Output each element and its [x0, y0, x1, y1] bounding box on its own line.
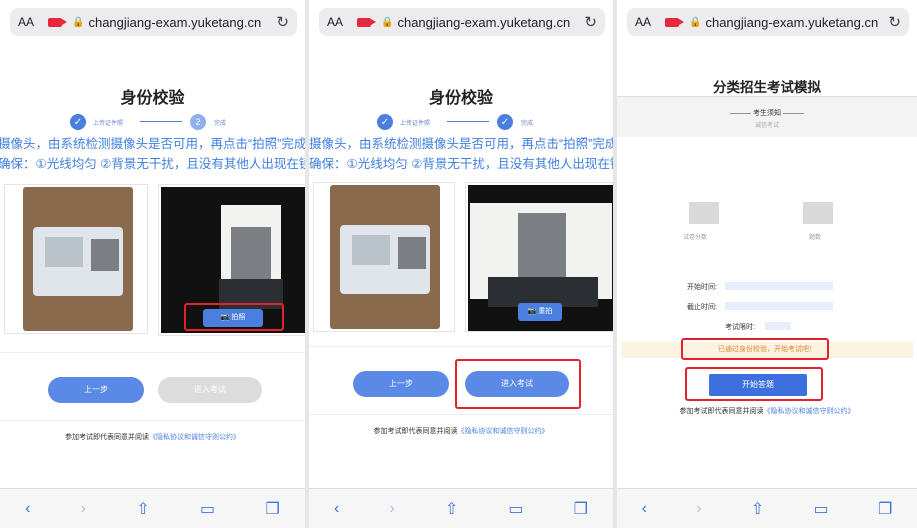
id-card-panel [313, 182, 455, 332]
score-label: 试卷分数 [683, 235, 708, 241]
verify-page: 身份校验 上传证件照 完成 摄像头，由系统检测摄像头是否可用，再点击“拍照”完成… [309, 56, 613, 488]
notice-line-1: 摄像头，由系统检测摄像头是否可用，再点击“拍照”完成身份 [309, 137, 613, 151]
notice-line-1: 摄像头，由系统检测摄像头是否可用，再点击“拍照”完成身份 [0, 137, 305, 151]
step1-label: 上传证件照 [400, 121, 431, 127]
end-time-label: 截止时间: [687, 304, 717, 311]
browser-header: AA 🔒 changjiang-exam.yuketang.cn ↻ [0, 0, 305, 48]
id-card-photo [23, 187, 133, 331]
address-bar[interactable]: AA 🔒 changjiang-exam.yuketang.cn ↻ [319, 8, 605, 36]
step-line [140, 121, 182, 122]
exam-page: 分类招生考试模拟 ——— 考生须知 ——— 诚信考试 试卷分数 题数 开始时间:… [617, 56, 917, 488]
end-time-value [725, 302, 833, 310]
agreement-text: 参加考试即代表同意并阅读《隐私协议和诚信守则公约》 [679, 408, 855, 415]
phone-screen-upload: AA 🔒 changjiang-exam.yuketang.cn ↻ 身份校验 … [0, 0, 305, 528]
page-title: 身份校验 [120, 90, 185, 107]
camera-in-use-icon [357, 17, 377, 27]
phone-screen-exam: AA 🔒 changjiang-exam.yuketang.cn ↻ 分类招生考… [617, 0, 917, 528]
retake-photo-button[interactable]: 📷 重拍 [518, 303, 562, 321]
prev-step-button[interactable]: 上一步 [353, 371, 449, 397]
browser-header: AA 🔒 changjiang-exam.yuketang.cn ↻ [309, 0, 613, 48]
count-value [803, 202, 833, 224]
privacy-link[interactable]: 《隐私协议和诚信守则公约》 [458, 428, 549, 435]
step-indicator: 上传证件照 2 完成 [0, 114, 305, 132]
back-icon[interactable]: ‹ [25, 500, 30, 518]
step1-check-icon [70, 114, 86, 130]
highlight-passed [681, 338, 829, 360]
id-card-photo [330, 185, 440, 329]
forward-icon[interactable]: › [696, 500, 701, 518]
highlight-enter-exam [455, 359, 581, 409]
step2-check-icon [497, 114, 513, 130]
page-title: 身份校验 [428, 90, 493, 107]
agreement-text: 参加考试即代表同意并阅读《隐私协议和诚信守则公约》 [373, 428, 549, 435]
forward-icon[interactable]: › [81, 500, 86, 518]
notice-line-2: 确保：①光线均匀 ②背景无干扰，且没有其他人出现在镜头 [0, 157, 305, 171]
highlight-start [685, 367, 823, 401]
share-icon[interactable]: ⇧ [445, 499, 458, 519]
face-photo-panel: 📷 重拍 [465, 182, 613, 332]
step-indicator: 上传证件照 完成 [309, 114, 613, 132]
address-bar[interactable]: AA 🔒 changjiang-exam.yuketang.cn ↻ [10, 8, 297, 36]
step-line [447, 121, 489, 122]
privacy-link[interactable]: 《隐私协议和诚信守则公约》 [149, 434, 240, 441]
step2-label: 完成 [214, 121, 227, 127]
bookmarks-icon[interactable]: ▭ [814, 499, 829, 519]
phone-screen-verified: AA 🔒 changjiang-exam.yuketang.cn ↻ 身份校验 … [309, 0, 613, 528]
tabs-icon[interactable]: ❐ [574, 499, 588, 519]
exam-title: 分类招生考试模拟 [713, 80, 821, 95]
verify-page: 身份校验 上传证件照 2 完成 摄像头，由系统检测摄像头是否可用，再点击“拍照”… [0, 56, 305, 488]
reload-icon[interactable]: ↻ [276, 13, 289, 31]
start-time-value [725, 282, 833, 290]
step1-check-icon [377, 114, 393, 130]
bookmarks-icon[interactable]: ▭ [200, 499, 215, 519]
share-icon[interactable]: ⇧ [136, 499, 149, 519]
bookmarks-icon[interactable]: ▭ [508, 499, 523, 519]
back-icon[interactable]: ‹ [334, 500, 339, 518]
privacy-link[interactable]: 《隐私协议和诚信守则公约》 [764, 408, 855, 415]
time-limit-label: 考试限时: [725, 324, 755, 331]
back-icon[interactable]: ‹ [642, 500, 647, 518]
step2-label: 完成 [521, 121, 534, 127]
step1-label: 上传证件照 [93, 121, 124, 127]
forward-icon[interactable]: › [389, 500, 394, 518]
url-text[interactable]: changjiang-exam.yuketang.cn [705, 15, 888, 30]
prev-step-button[interactable]: 上一步 [48, 377, 144, 403]
browser-toolbar: ‹ › ⇧ ▭ ❐ [309, 488, 613, 528]
text-size-button[interactable]: AA [635, 15, 651, 29]
enter-exam-button-disabled[interactable]: 进入考试 [158, 377, 262, 403]
id-card-panel [4, 184, 148, 334]
text-size-button[interactable]: AA [18, 15, 34, 29]
reload-icon[interactable]: ↻ [584, 13, 597, 31]
tabs-icon[interactable]: ❐ [878, 499, 892, 519]
time-limit-value [765, 322, 791, 330]
tabs-icon[interactable]: ❐ [265, 499, 279, 519]
camera-in-use-icon [48, 17, 68, 27]
share-icon[interactable]: ⇧ [751, 499, 764, 519]
browser-toolbar: ‹ › ⇧ ▭ ❐ [617, 488, 917, 528]
browser-header: AA 🔒 changjiang-exam.yuketang.cn ↻ [617, 0, 917, 48]
browser-toolbar: ‹ › ⇧ ▭ ❐ [0, 488, 305, 528]
reload-icon[interactable]: ↻ [888, 13, 901, 31]
url-text[interactable]: changjiang-exam.yuketang.cn [397, 15, 584, 30]
url-text[interactable]: changjiang-exam.yuketang.cn [88, 15, 276, 30]
retake-photo-label: 重拍 [538, 308, 553, 315]
lock-icon: 🔒 [381, 16, 394, 28]
step2-number: 2 [190, 114, 206, 130]
notice-heading: ——— 考生须知 ——— [730, 110, 804, 117]
lock-icon: 🔒 [72, 16, 85, 28]
notice-line-2: 确保：①光线均匀 ②背景无干扰，且没有其他人出现在镜头 [309, 157, 613, 171]
start-time-label: 开始时间: [687, 284, 717, 291]
lock-icon: 🔒 [689, 16, 702, 28]
agreement-text: 参加考试即代表同意并阅读《隐私协议和诚信守则公约》 [65, 434, 240, 441]
highlight-take-photo [184, 303, 284, 331]
count-label: 题数 [809, 235, 822, 241]
address-bar[interactable]: AA 🔒 changjiang-exam.yuketang.cn ↻ [627, 8, 909, 36]
text-size-button[interactable]: AA [327, 15, 343, 29]
camera-in-use-icon [665, 17, 685, 27]
notice-subtitle: 诚信考试 [754, 123, 779, 129]
score-value [689, 202, 719, 224]
